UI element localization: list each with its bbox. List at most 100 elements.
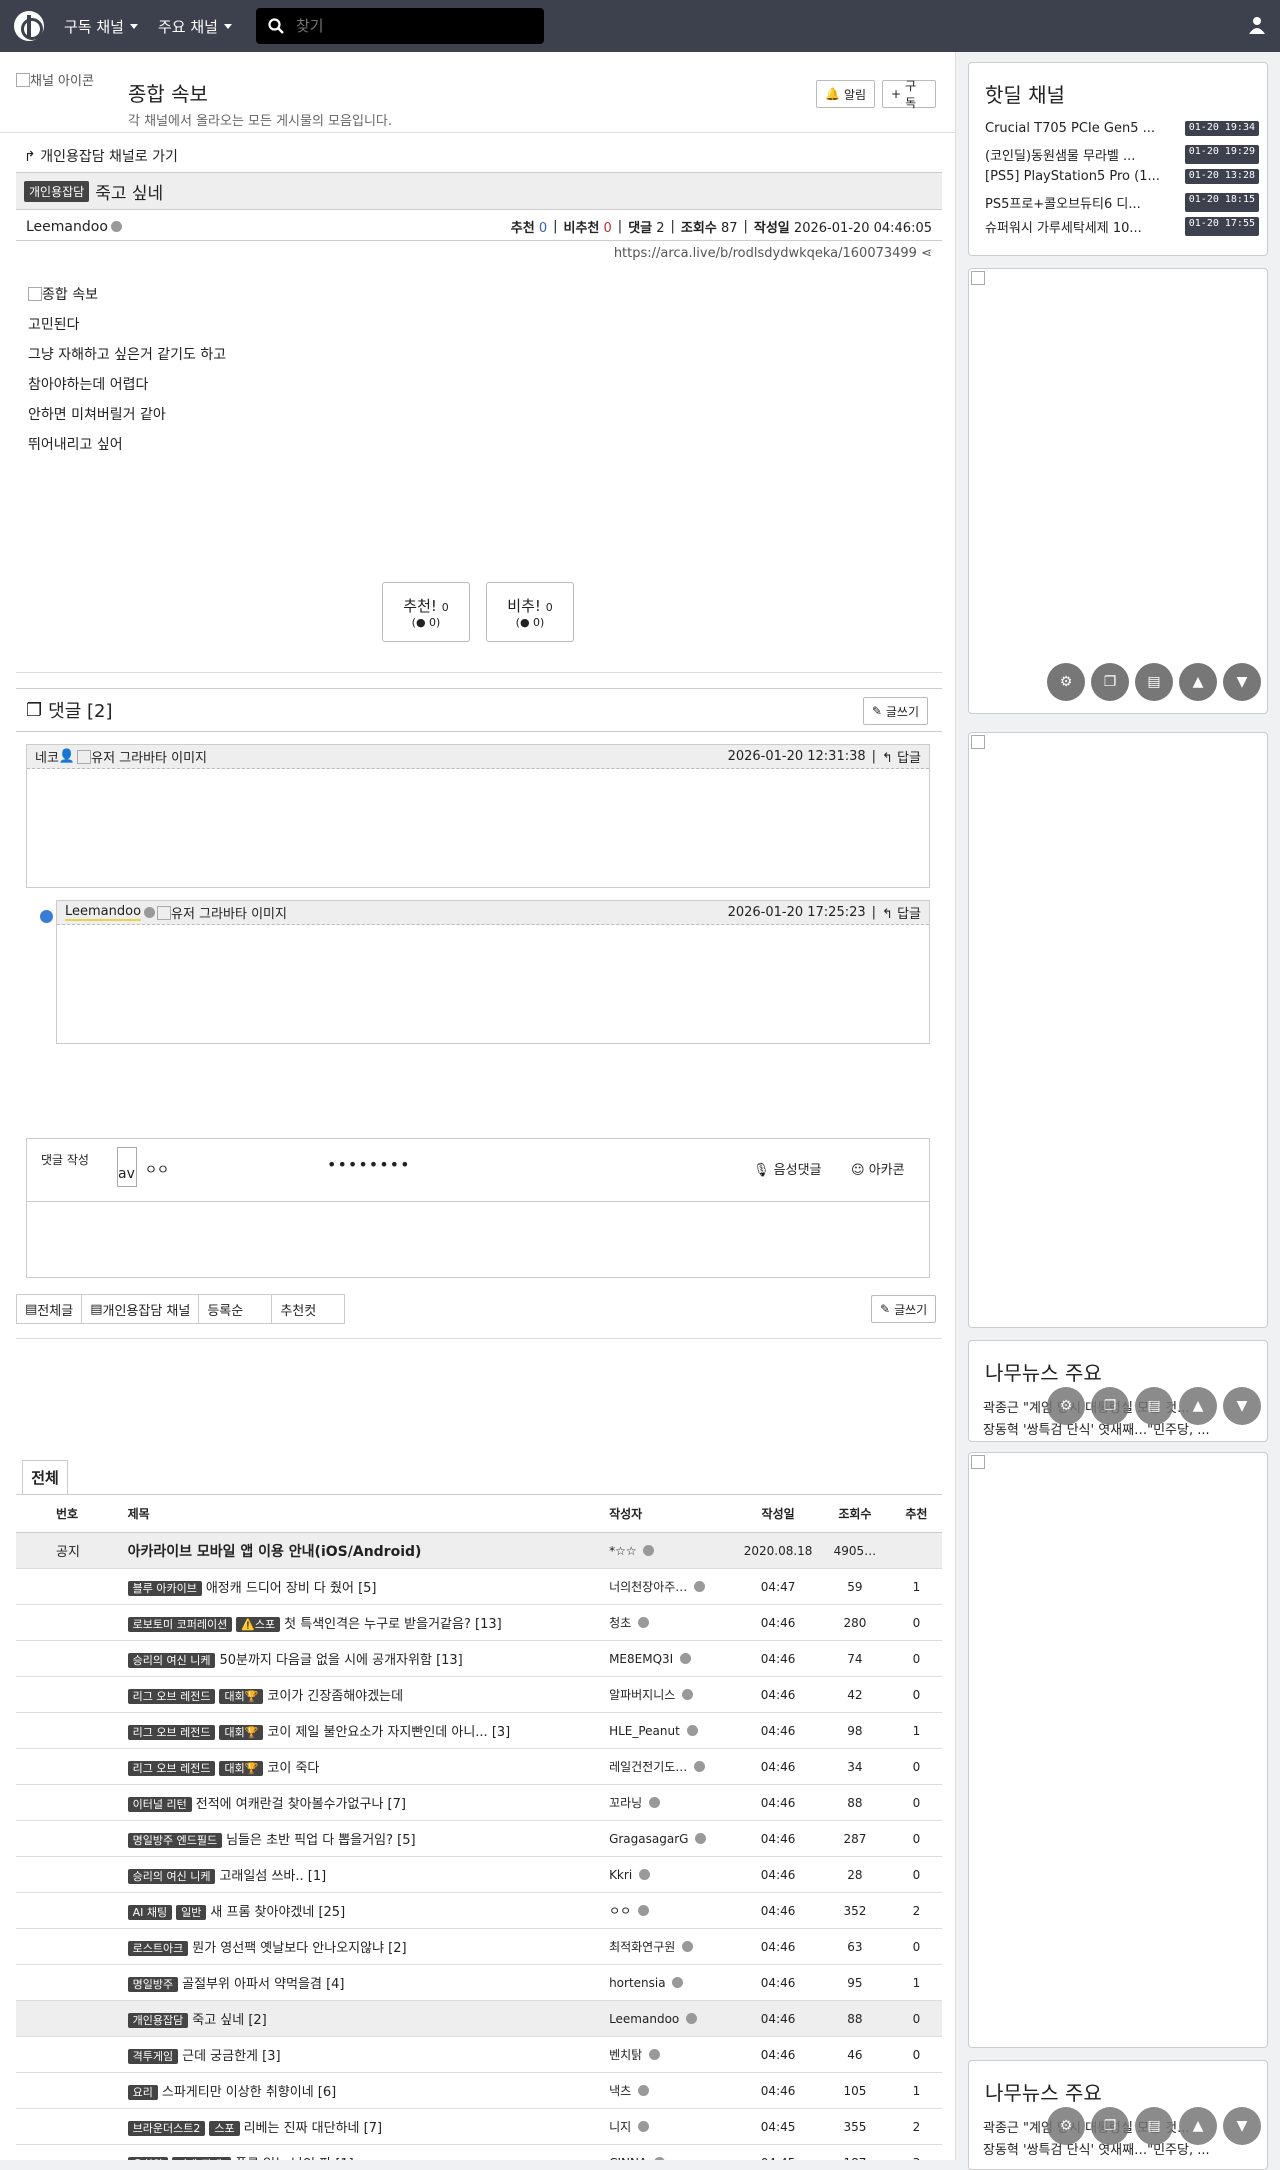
row-title[interactable]: 코이가 긴장좀해야겠는데 xyxy=(267,1689,403,1704)
post-category-badge[interactable]: 개인용잡담 xyxy=(24,180,90,202)
table-row[interactable]: 리그 오브 레전드 대회🏆 코이 죽다 레일건전기도… 04:46 34 0 xyxy=(16,1748,942,1785)
hotdeal-item[interactable]: Crucial T705 PCIe Gen5 ... 01-20 19:34 xyxy=(985,121,1259,136)
row-title-cell[interactable]: 승리의 여신 니케 50분까지 다음글 없을 시에 공개자위함 [13] xyxy=(126,1640,609,1677)
category-badge[interactable]: 승리의 여신 니케 xyxy=(127,1653,216,1668)
category-badge[interactable]: 격투게임 xyxy=(127,2049,179,2064)
filter-all[interactable]: ▤ 전체글 xyxy=(16,1294,83,1324)
category-badge[interactable]: 로보토미 코퍼레이션 xyxy=(127,1617,233,1632)
category-badge[interactable]: 개인용잡담 xyxy=(127,2013,189,2028)
row-title[interactable]: 코이 죽다 xyxy=(267,1761,319,1776)
row-title[interactable]: 근데 궁금한게 [3] xyxy=(182,2049,280,2064)
voice-comment-button[interactable]: 🎙 음성댓글 xyxy=(753,1159,822,1178)
category-badge[interactable]: 대회🏆 xyxy=(219,1725,264,1740)
row-title-cell[interactable]: 로보토미 코퍼레이션 ⚠️스포 첫 특색인격은 누구로 받을거같음? [13] xyxy=(126,1604,609,1641)
row-author-cell[interactable]: GragasagarG xyxy=(608,1820,738,1857)
table-row[interactable]: 브라운더스트2 스포 리베는 진짜 대단하네 [7] 니지 04:45 355 2 xyxy=(16,2108,942,2145)
row-title-cell[interactable]: 요리 스파게티만 이상한 취향이네 [6] xyxy=(126,2072,609,2109)
row-author-cell[interactable]: Leemandoo xyxy=(608,2000,738,2037)
table-row[interactable]: 유희왕거래(판매)풀룬 없는 낙인 팜 [1]CINNA 04:451873 xyxy=(16,2144,942,2160)
row-title-cell[interactable]: 명일방주 골절부위 아파서 약먹을겸 [4] xyxy=(126,1964,609,2001)
table-row[interactable]: AI 채팅 일반 새 프롬 찾아야겠네 [25] ㅇㅇ 04:46 352 2 xyxy=(16,1892,942,1929)
row-title-cell[interactable]: 리그 오브 레전드 대회🏆 코이가 긴장좀해야겠는데 xyxy=(126,1676,609,1713)
back-to-channel-link[interactable]: ↱ 개인용잡담 채널로 가기 xyxy=(24,146,178,166)
table-row[interactable]: 개인용잡담 죽고 싶네 [2] Leemandoo 04:46 88 0 xyxy=(16,2000,942,2037)
row-author-cell[interactable]: 니지 xyxy=(608,2108,738,2145)
row-author-cell[interactable]: 레일건전기도… xyxy=(608,1748,738,1785)
category-badge[interactable]: 리그 오브 레전드 xyxy=(127,1725,216,1740)
row-author-cell[interactable]: 꼬라닝 xyxy=(608,1784,738,1821)
comment-icon[interactable]: ❐ xyxy=(1091,1387,1129,1425)
arrow-down-icon[interactable]: ▼ xyxy=(1223,1387,1261,1425)
row-title[interactable]: 고래일섬 쓰바.. [1] xyxy=(219,1869,326,1884)
row-author-cell[interactable]: ㅇㅇ xyxy=(608,1892,738,1929)
category-badge[interactable]: 명일방주 xyxy=(127,1977,179,1992)
news-title[interactable]: 나무뉴스 주요 xyxy=(985,1357,1102,1386)
hotdeal-item[interactable]: PS5프로+콜오브듀티6 디... 01-20 18:15 xyxy=(985,193,1259,212)
row-title-cell[interactable]: 승리의 여신 니케 고래일섬 쓰바.. [1] xyxy=(126,1856,609,1893)
arrow-down-icon[interactable]: ▼ xyxy=(1223,2107,1261,2145)
reply-button[interactable]: ↰ 답글 xyxy=(882,747,921,766)
row-title-cell[interactable]: 블루 아카이브 애정캐 드디어 장비 다 줬어 [5] xyxy=(126,1568,609,1605)
row-author-cell[interactable]: ME8EMQ3I xyxy=(608,1640,738,1677)
category-badge[interactable]: 리그 오브 레전드 xyxy=(127,1689,216,1704)
row-title-cell[interactable]: 아카라이브 모바일 앱 이용 안내(iOS/Android) xyxy=(126,1532,609,1569)
hotdeal-item[interactable]: (코인딜)동원샘물 무라벨 ... 01-20 19:29 xyxy=(985,145,1259,164)
row-title[interactable]: 죽고 싶네 [2] xyxy=(192,2013,267,2028)
row-title-cell[interactable]: 개인용잡담 죽고 싶네 [2] xyxy=(126,2000,609,2037)
row-title[interactable]: 아카라이브 모바일 앱 이용 안내(iOS/Android) xyxy=(128,1544,422,1560)
row-author-cell[interactable]: 청초 xyxy=(608,1604,738,1641)
row-author-cell[interactable]: hortensia xyxy=(608,1964,738,2001)
row-title[interactable]: 50분까지 다음글 없을 시에 공개자위함 [13] xyxy=(219,1653,462,1668)
notice-row[interactable]: 공지 아카라이브 모바일 앱 이용 안내(iOS/Android) *☆☆ 2020… xyxy=(16,1532,942,1569)
table-row[interactable]: 리그 오브 레전드 대회🏆 코이가 긴장좀해야겠는데 알파버지니스 04:46 42 0 xyxy=(16,1676,942,1713)
comment-author[interactable]: 네코 xyxy=(35,747,59,766)
arrow-down-icon[interactable]: ▼ xyxy=(1223,663,1261,701)
category-badge[interactable]: 요리 xyxy=(127,2085,158,2100)
row-author-cell[interactable]: Kkri xyxy=(608,1856,738,1893)
hotdeal-item[interactable]: 슈퍼워시 가루세탁세제 10... 01-20 17:55 xyxy=(985,217,1259,236)
list-write-button[interactable]: ✎ 글쓰기 xyxy=(871,1295,937,1323)
row-title-cell[interactable]: 리그 오브 레전드 대회🏆 코이 제일 불안요소가 자지빤인데 아니... [3] xyxy=(126,1712,609,1749)
table-row[interactable]: 격투게임 근데 궁금한게 [3] 벤치탉 04:46 46 0 xyxy=(16,2036,942,2073)
table-row[interactable]: 명일방주 골절부위 아파서 약먹을겸 [4] hortensia 04:46 95 1 xyxy=(16,1964,942,2001)
category-badge[interactable]: 대회🏆 xyxy=(219,1689,264,1704)
main-channels-menu[interactable]: 주요 채널 xyxy=(158,16,232,37)
category-badge[interactable]: AI 채팅 xyxy=(127,1905,173,1920)
row-title-cell[interactable]: AI 채팅 일반 새 프롬 찾아야겠네 [25] xyxy=(126,1892,609,1929)
list-icon[interactable]: ▤ xyxy=(1135,663,1173,701)
row-title[interactable]: 첫 특색인격은 누구로 받을거같음? [13] xyxy=(284,1617,502,1632)
category-badge[interactable]: ⚠️스포 xyxy=(236,1617,281,1632)
row-title[interactable]: 골절부위 아파서 약먹을겸 [4] xyxy=(182,1977,344,1992)
subscribed-channels-menu[interactable]: 구독 채널 xyxy=(64,16,138,37)
row-author-cell[interactable]: 낵츠 xyxy=(608,2072,738,2109)
row-title[interactable]: 님들은 초반 픽업 다 뽑을거임? [5] xyxy=(226,1833,416,1848)
row-title[interactable]: 리베는 진짜 대단하네 [7] xyxy=(244,2121,382,2136)
category-badge[interactable]: 이터널 리턴 xyxy=(127,1797,192,1812)
row-title-cell[interactable]: 브라운더스트2 스포 리베는 진짜 대단하네 [7] xyxy=(126,2108,609,2145)
category-badge[interactable]: 명일방주 엔드필드 xyxy=(127,1833,223,1848)
row-author-cell[interactable]: 너의천장아주… xyxy=(608,1568,738,1605)
search-input[interactable] xyxy=(293,16,524,36)
comment-icon[interactable]: ❐ xyxy=(1091,2107,1129,2145)
post-url[interactable]: https://arca.live/b/rodlsdydwkqeka/16007… xyxy=(600,246,932,261)
row-title-cell[interactable]: 로스트아크 뭔가 영선팩 옛날보다 안나오지않냐 [2] xyxy=(126,1928,609,1965)
subscribe-button[interactable]: + 구독 xyxy=(882,79,936,110)
list-icon[interactable]: ▤ xyxy=(1135,2107,1173,2145)
category-badge[interactable]: 대회🏆 xyxy=(219,1761,264,1776)
arrow-up-icon[interactable]: ▲ xyxy=(1179,2107,1217,2145)
row-author-cell[interactable]: CINNA xyxy=(608,2144,738,2160)
row-title-cell[interactable]: 리그 오브 레전드 대회🏆 코이 죽다 xyxy=(126,1748,609,1785)
gear-icon[interactable]: ⚙ xyxy=(1047,2107,1085,2145)
vote-down-button[interactable]: 비추! 0 (● 0) xyxy=(486,582,574,642)
compose-nickname[interactable]: ㅇㅇ xyxy=(145,1159,169,1178)
compose-password[interactable]: •••••••• xyxy=(327,1155,411,1174)
comment-icon[interactable]: ❐ xyxy=(1091,663,1129,701)
arrow-up-icon[interactable]: ▲ xyxy=(1179,663,1217,701)
category-badge[interactable]: 로스트아크 xyxy=(127,1941,189,1956)
category-badge[interactable]: 블루 아카이브 xyxy=(127,1581,202,1596)
category-badge[interactable]: 브라운더스트2 xyxy=(127,2121,206,2136)
row-title[interactable]: 뭔가 영선팩 옛날보다 안나오지않냐 [2] xyxy=(192,1941,406,1956)
row-author-cell[interactable]: 최적화연구원 xyxy=(608,1928,738,1965)
table-row[interactable]: 이터널 리턴 전적에 여캐란걸 찾아볼수가없구나 [7] 꼬라닝 04:46 88 0 xyxy=(16,1784,942,1821)
row-author-cell[interactable]: HLE_Peanut xyxy=(608,1712,738,1749)
